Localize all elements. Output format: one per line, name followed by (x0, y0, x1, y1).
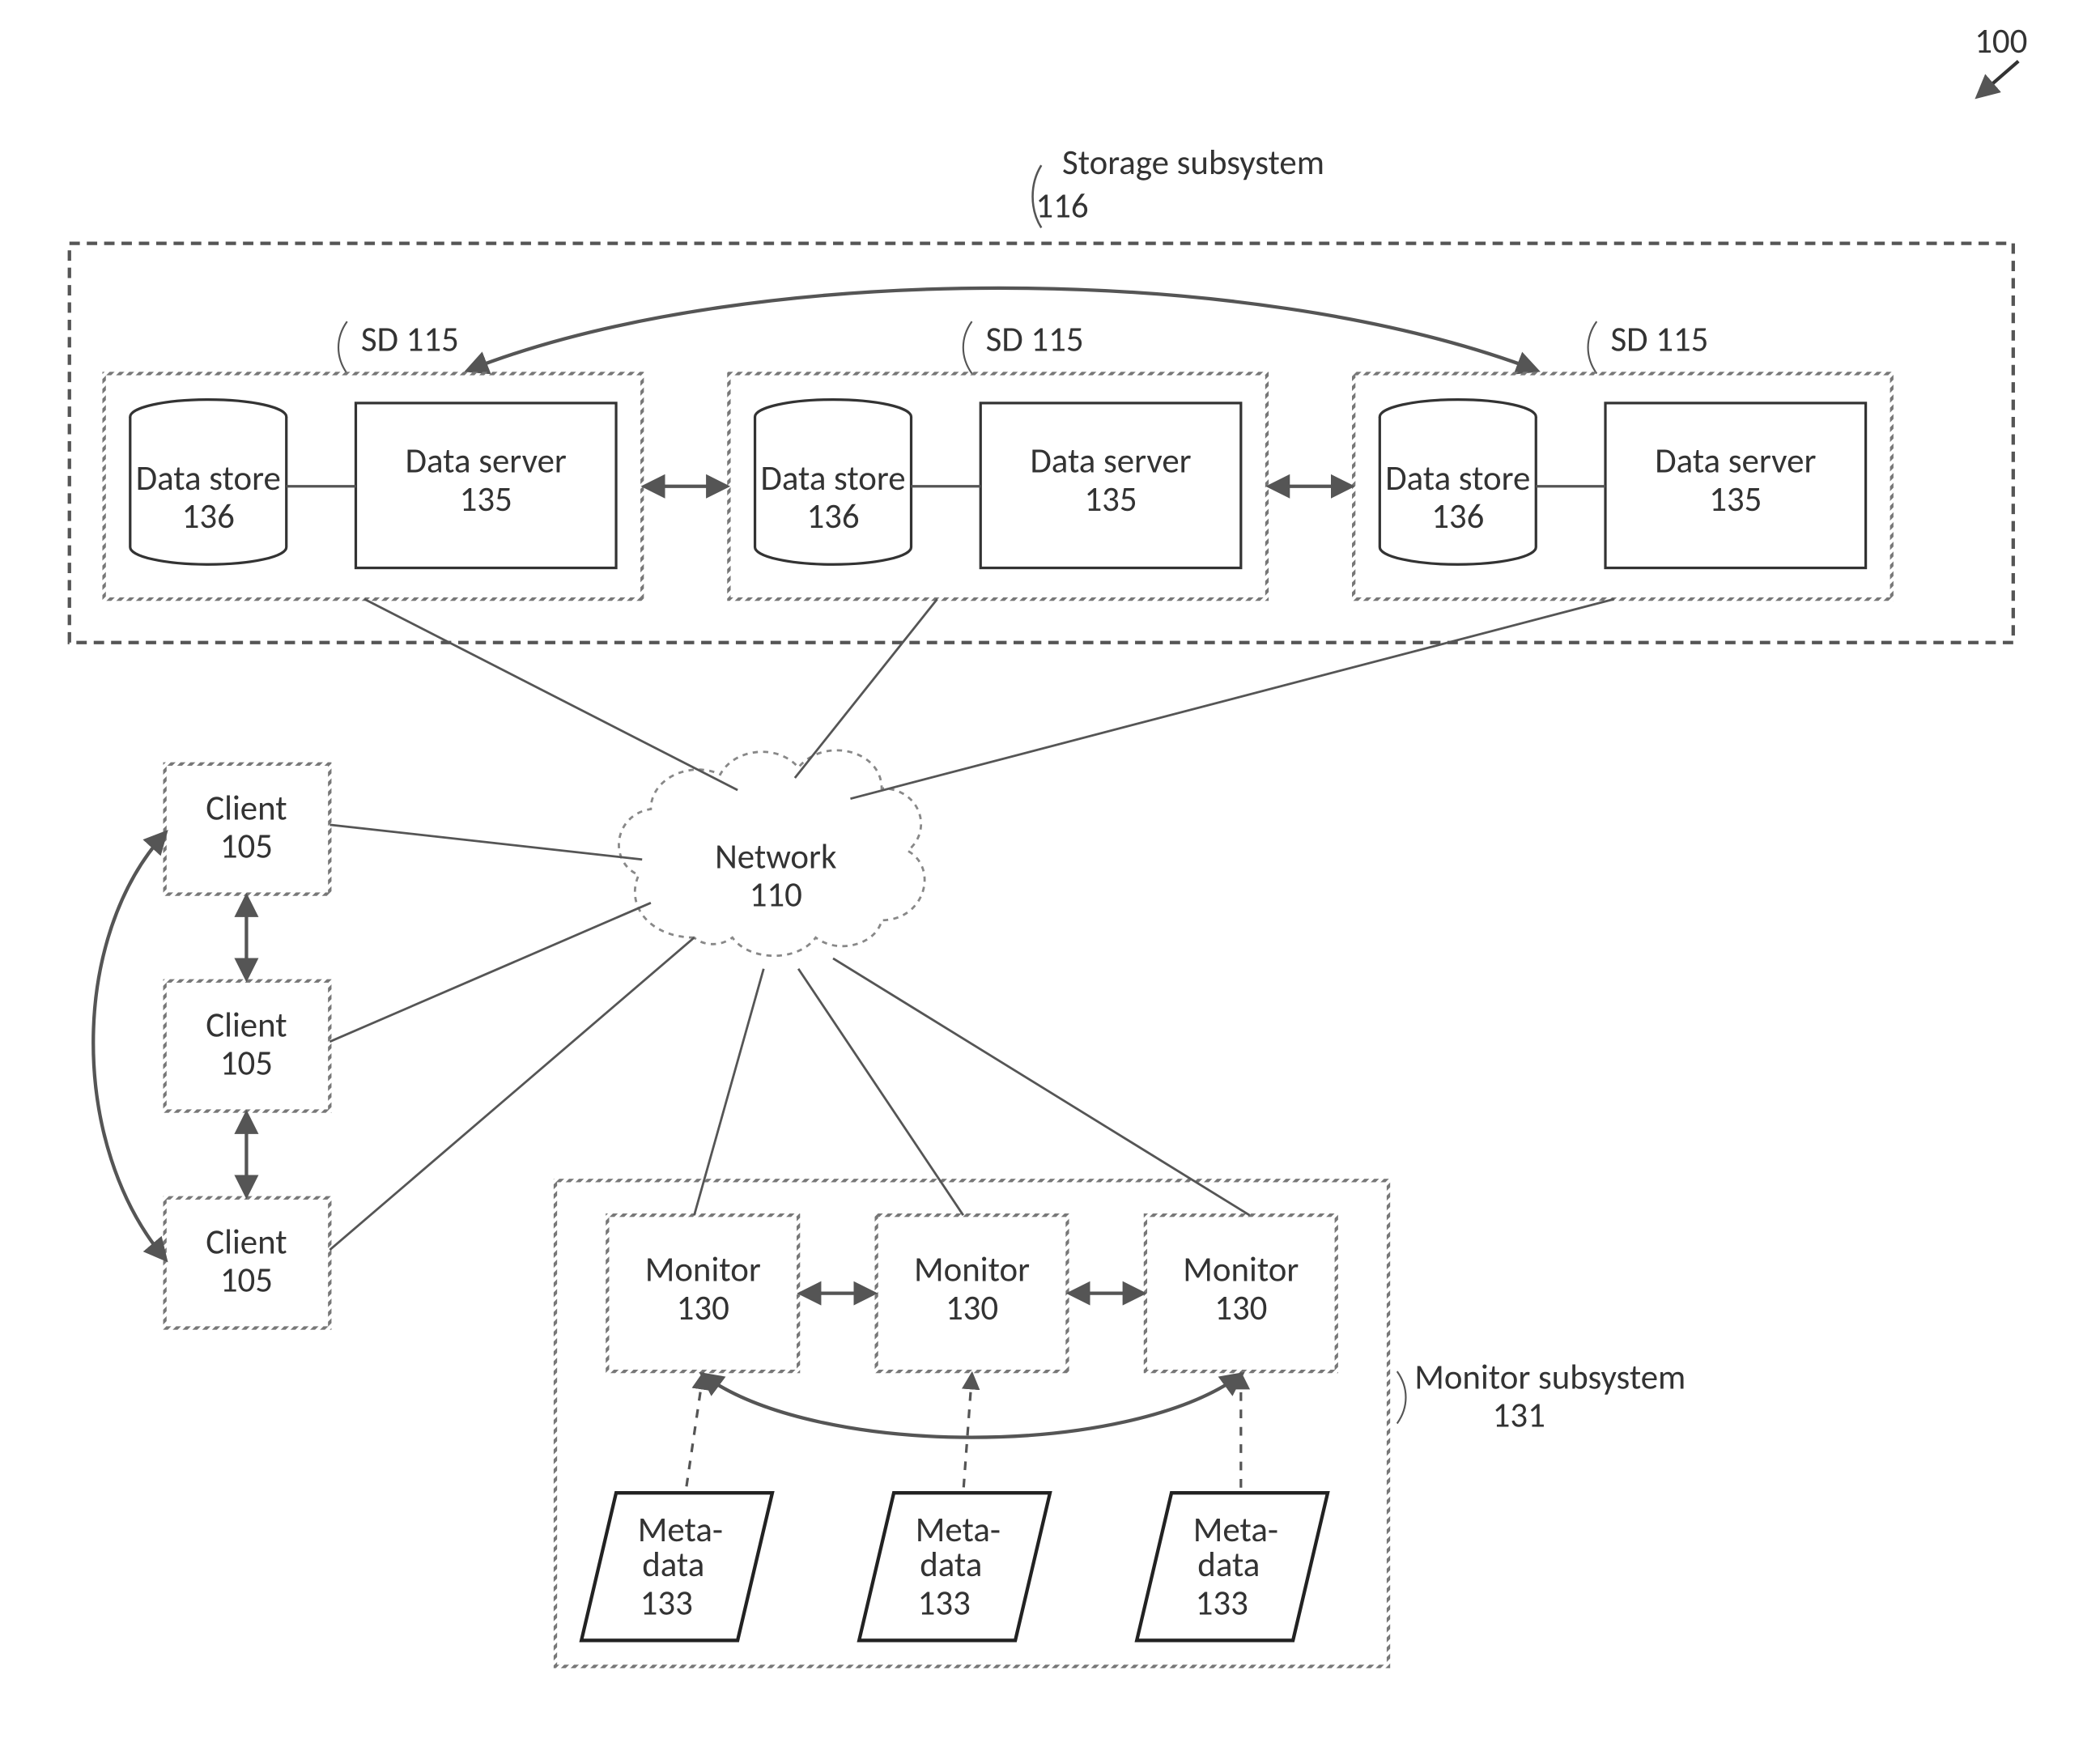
client-ref-2: 105 (220, 1042, 273, 1085)
data-server-ref-3: 135 (1709, 478, 1762, 521)
data-server-label-2: Data server (1030, 440, 1191, 482)
network-ref: 110 (750, 873, 802, 916)
client-label-2: Client (206, 1003, 287, 1046)
sd1-network-link (364, 599, 738, 790)
metadata-ref-3: 133 (1196, 1581, 1248, 1624)
data-store-label-2: Data store (760, 457, 905, 499)
network-label: Network (715, 835, 836, 877)
client-1: Client 105 (165, 764, 330, 894)
metadata-1: Meta- data 133 (581, 1493, 772, 1640)
monitor-subsystem-label: Monitor subsystem (1414, 1356, 1686, 1399)
metadata-ref-1: 133 (640, 1581, 693, 1624)
metadata-ref-2: 133 (918, 1581, 971, 1624)
storage-subsystem-label: Storage subsystem (1062, 141, 1324, 184)
client-arc-1-3 (93, 834, 164, 1259)
monitor-ref-1: 130 (677, 1286, 729, 1329)
metadata-3: Meta- data 133 (1137, 1493, 1328, 1640)
client-ref-1: 105 (220, 825, 273, 868)
monitor-1: Monitor 130 (607, 1215, 798, 1371)
data-store-ref-2: 136 (806, 495, 859, 538)
sd-label-2: SD 115 (986, 318, 1084, 361)
network-monitor1-link (695, 969, 764, 1215)
client-ref-3: 105 (220, 1259, 273, 1302)
monitor-subsystem-bracket (1397, 1371, 1406, 1423)
client-2: Client 105 (165, 981, 330, 1111)
data-store-1: Data store 136 (130, 400, 287, 565)
monitor-2: Monitor 130 (877, 1215, 1068, 1371)
figure-number-arrow (1979, 62, 2018, 96)
client-3: Client 105 (165, 1198, 330, 1328)
storage-subsystem-ref: 116 (1035, 185, 1088, 227)
client3-network-link (329, 937, 694, 1250)
data-server-label-3: Data server (1655, 440, 1816, 482)
sd-box-1: SD 115 Data store 136 Data server 135 (104, 318, 643, 600)
sd-label-3: SD 115 (1610, 318, 1708, 361)
client-label-3: Client (206, 1220, 287, 1263)
metadata-label-b-2: data (920, 1543, 982, 1586)
metadata-2: Meta- data 133 (859, 1493, 1050, 1640)
sd3-network-link (850, 599, 1613, 799)
sd-label-1: SD 115 (361, 318, 459, 361)
data-server-ref-1: 135 (460, 478, 512, 521)
monitor-label-1: Monitor (645, 1248, 761, 1291)
data-server-label-1: Data server (406, 440, 567, 482)
monitor-arc-1-3 (703, 1375, 1241, 1437)
network-cloud: Network 110 (619, 750, 925, 956)
sd-box-3: SD 115 Data store 136 Data server 135 (1354, 318, 1892, 600)
data-store-label-1: Data store (136, 457, 281, 499)
monitor1-meta-link (686, 1375, 703, 1493)
monitor-subsystem-ref: 131 (1493, 1394, 1545, 1437)
data-store-label-3: Data store (1385, 457, 1530, 499)
diagram-canvas: 100 Storage subsystem 116 SD 115 Data st… (0, 0, 2100, 1738)
monitor-label-2: Monitor (914, 1248, 1030, 1291)
monitor-3: Monitor 130 (1146, 1215, 1337, 1371)
client2-network-link (329, 903, 651, 1042)
data-store-3: Data store 136 (1379, 400, 1536, 565)
monitor-ref-2: 130 (946, 1286, 998, 1329)
data-store-ref-3: 136 (1431, 495, 1484, 538)
monitor2-meta-link (963, 1375, 972, 1493)
network-monitor3-link (833, 958, 1250, 1215)
sd2-network-link (795, 599, 937, 778)
monitor-label-3: Monitor (1183, 1248, 1299, 1291)
data-store-ref-1: 136 (182, 495, 235, 538)
client-label-1: Client (206, 786, 287, 829)
data-server-ref-2: 135 (1084, 478, 1137, 521)
network-monitor2-link (798, 969, 963, 1215)
sd-box-2: SD 115 Data store 136 Data server 135 (729, 318, 1267, 600)
monitor-ref-3: 130 (1214, 1286, 1267, 1329)
client1-network-link (329, 825, 642, 860)
metadata-label-b-1: data (642, 1543, 704, 1586)
figure-number: 100 (1975, 19, 2027, 62)
metadata-label-b-3: data (1197, 1543, 1260, 1586)
data-store-2: Data store 136 (755, 400, 912, 565)
